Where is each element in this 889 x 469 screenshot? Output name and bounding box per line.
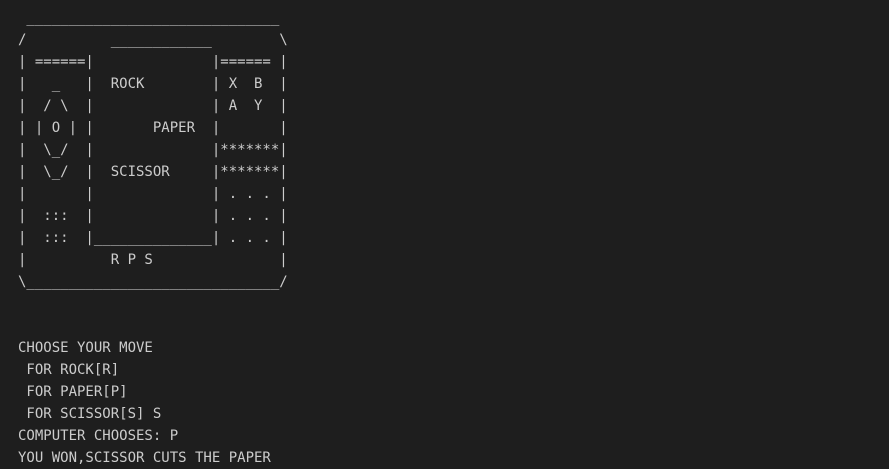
ascii-art-line: | ======| |====== | bbox=[18, 54, 288, 70]
ascii-art-line: | \_/ | SCISSOR |*******| bbox=[18, 164, 288, 180]
ascii-art-line: | / \ | | A Y | bbox=[18, 98, 288, 114]
ascii-art-line: | \_/ | |*******| bbox=[18, 142, 288, 158]
option-rock: FOR ROCK[R] bbox=[18, 362, 120, 378]
game-output: CHOOSE YOUR MOVE FOR ROCK[R] FOR PAPER[P… bbox=[18, 337, 889, 469]
ascii-art-line: | ::: | | . . . | bbox=[18, 208, 288, 224]
ascii-art-line: \______________________________/ bbox=[18, 274, 288, 290]
game-result: YOU WON,SCISSOR CUTS THE PAPER bbox=[18, 450, 271, 466]
ascii-art-line: | R P S | bbox=[18, 252, 288, 268]
computer-choice: COMPUTER CHOOSES: P bbox=[18, 428, 179, 444]
ascii-art-line: / ____________ \ bbox=[18, 32, 288, 48]
terminal-output: ______________________________ / _______… bbox=[0, 0, 889, 467]
option-scissor-with-input: FOR SCISSOR[S] S bbox=[18, 406, 162, 422]
ascii-art-line: | _ | ROCK | X B | bbox=[18, 76, 288, 92]
ascii-art-line: ______________________________ bbox=[18, 10, 280, 26]
ascii-art-game-machine: ______________________________ / _______… bbox=[18, 7, 889, 293]
ascii-art-line: | | | . . . | bbox=[18, 186, 288, 202]
prompt-choose-move: CHOOSE YOUR MOVE bbox=[18, 340, 153, 356]
ascii-art-line: | ::: |______________| . . . | bbox=[18, 230, 288, 246]
ascii-art-line: | | O | | PAPER | | bbox=[18, 120, 288, 136]
option-paper: FOR PAPER[P] bbox=[18, 384, 128, 400]
